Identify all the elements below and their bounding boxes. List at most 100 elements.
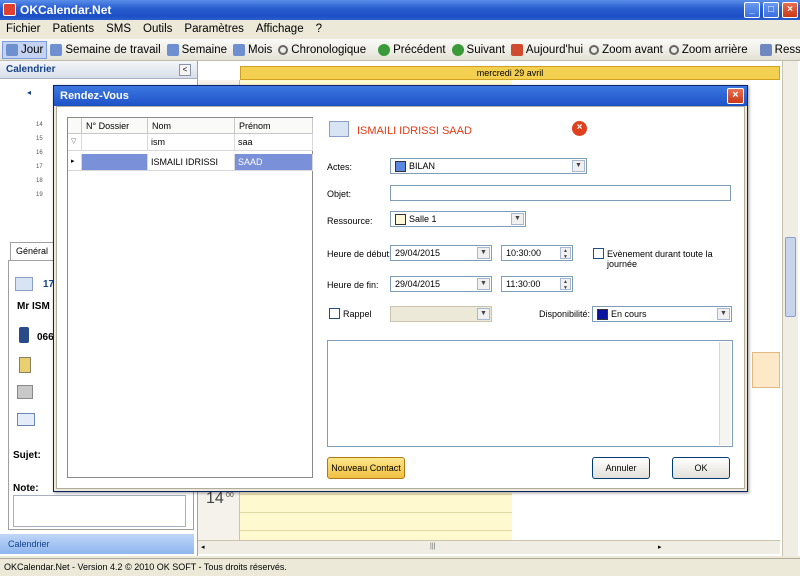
menu-parametres[interactable]: Paramètres — [178, 23, 249, 35]
view-jour-button[interactable]: Jour — [2, 40, 48, 59]
aujourdhui-button[interactable]: Aujourd'hui — [508, 41, 586, 59]
mini-calendar-day[interactable]: 17 — [36, 164, 43, 170]
collapse-panel-button[interactable]: < — [179, 64, 191, 76]
view-chronologique-button[interactable]: Chronologique — [275, 41, 369, 59]
zoom-avant-button[interactable]: Zoom avant — [586, 41, 666, 59]
objet-input[interactable] — [390, 185, 731, 201]
all-day-checkbox[interactable] — [593, 248, 604, 259]
all-day-label: Evènement durant toute la journée — [607, 249, 713, 269]
delete-icon[interactable]: × — [572, 121, 587, 136]
toolbar: Jour Semaine de travail Semaine Mois Chr… — [0, 39, 800, 61]
dialog-close-button[interactable]: × — [727, 88, 744, 104]
chevron-down-icon[interactable]: ▼ — [477, 278, 490, 290]
ressources-button[interactable]: Ressources — [757, 41, 800, 59]
mini-calendar-day[interactable]: 18 — [36, 178, 43, 184]
actes-label: Actes: — [327, 162, 353, 172]
calendar-workweek-icon — [50, 43, 63, 56]
minimize-button[interactable]: _ — [744, 2, 760, 18]
menu-patients[interactable]: Patients — [47, 23, 101, 35]
tab-general[interactable]: Général — [10, 242, 55, 260]
calendar-week-icon — [166, 43, 179, 56]
zoom-out-icon — [668, 44, 679, 55]
mini-calendar-day[interactable]: 16 — [36, 150, 43, 156]
date-debut-value: 29/04/2015 — [395, 248, 441, 258]
vertical-scrollbar[interactable] — [782, 61, 798, 556]
disponibilite-select[interactable]: En cours ▼ — [592, 306, 732, 322]
table-cell-prenom[interactable]: SAAD — [235, 154, 313, 171]
scroll-thumb[interactable] — [785, 237, 796, 317]
textarea-scrollbar[interactable] — [719, 342, 731, 445]
table-cell-dossier[interactable] — [82, 154, 148, 171]
disponibilite-color-swatch — [597, 308, 608, 320]
menu-outils[interactable]: Outils — [137, 23, 178, 35]
zoom-arriere-button[interactable]: Zoom arrière — [666, 41, 751, 59]
menu-affichage[interactable]: Affichage — [250, 23, 310, 35]
chevron-down-icon[interactable]: ▼ — [511, 213, 524, 225]
dialog-title: Rendez-Vous — [54, 86, 747, 106]
zoom-avant-label: Zoom avant — [602, 43, 663, 56]
date-fin-value: 29/04/2015 — [395, 279, 441, 289]
chevron-down-icon[interactable]: ▼ — [477, 247, 490, 259]
scroll-right-icon[interactable]: ▸ — [658, 543, 662, 551]
app-icon — [3, 3, 16, 16]
actes-select[interactable]: BILAN ▼ — [390, 158, 587, 174]
row-selector-icon[interactable]: ▸ — [68, 154, 82, 171]
time-debut-input[interactable]: 10:30:00 ▲ ▼ — [501, 245, 573, 261]
heure-fin-label: Heure de fin: — [327, 280, 379, 290]
note-textbox[interactable] — [13, 495, 186, 527]
left-panel-footer[interactable]: Calendrier — [0, 534, 194, 554]
close-button[interactable]: × — [782, 2, 798, 18]
menu-fichier[interactable]: Fichier — [0, 23, 47, 35]
resources-icon — [759, 43, 772, 56]
suivant-button[interactable]: Suivant — [449, 41, 508, 59]
mini-calendar-prev-icon[interactable]: ◂ — [27, 88, 31, 97]
ressource-select[interactable]: Salle 1 ▼ — [390, 211, 526, 227]
chevron-down-icon[interactable]: ▼ — [717, 308, 730, 320]
minutes-label: 00 — [226, 492, 234, 499]
ressource-color-swatch — [395, 213, 406, 225]
time-fin-input[interactable]: 11:30:00 ▲ ▼ — [501, 276, 573, 292]
maximize-button[interactable]: □ — [763, 2, 779, 18]
table-cell-nom[interactable]: ISMAILI IDRISSI — [148, 154, 235, 171]
patient-name: Mr ISM — [17, 301, 50, 312]
arrow-right-icon — [451, 43, 464, 56]
filter-dossier-input[interactable] — [82, 134, 148, 151]
filter-prenom-input[interactable]: saa — [235, 134, 313, 151]
mini-calendar-day[interactable]: 19 — [36, 192, 43, 198]
view-semaine-travail-button[interactable]: Semaine de travail — [47, 41, 163, 59]
appointment-block[interactable] — [752, 352, 780, 388]
status-bar: OKCalendar.Net - Version 4.2 © 2010 OK S… — [0, 558, 800, 576]
annuler-button[interactable]: Annuler — [592, 457, 650, 479]
ressource-value: Salle 1 — [409, 214, 437, 224]
horizontal-scrollbar[interactable]: ◂ ||| ▸ — [198, 540, 780, 554]
window-title-bar: OKCalendar.Net _ □ × — [0, 0, 800, 20]
menu-sms[interactable]: SMS — [100, 23, 137, 35]
menu-help[interactable]: ? — [310, 23, 328, 35]
notes-textarea[interactable] — [327, 340, 733, 447]
filter-nom-input[interactable]: ism — [148, 134, 235, 151]
ok-button[interactable]: OK — [672, 457, 730, 479]
actes-value: BILAN — [409, 161, 436, 171]
column-header-prenom[interactable]: Prénom — [235, 118, 313, 134]
scroll-thumb[interactable]: ||| — [430, 543, 435, 550]
chevron-down-icon[interactable]: ▼ — [572, 160, 585, 172]
calendar-date-header: mercredi 29 avril — [240, 66, 780, 80]
view-mois-button[interactable]: Mois — [230, 41, 275, 59]
date-debut-picker[interactable]: 29/04/2015 ▼ — [390, 245, 492, 261]
column-header-dossier[interactable]: N° Dossier — [82, 118, 148, 134]
nouveau-contact-button[interactable]: Nouveau Contact — [327, 457, 405, 479]
column-header-nom[interactable]: Nom — [148, 118, 235, 134]
rappel-checkbox[interactable] — [329, 308, 340, 319]
spinner-icon[interactable]: ▲ ▼ — [560, 247, 571, 260]
view-semaine-button[interactable]: Semaine — [164, 41, 230, 59]
date-fin-picker[interactable]: 29/04/2015 ▼ — [390, 276, 492, 292]
precedent-label: Précédent — [393, 43, 446, 56]
menu-bar: Fichier Patients SMS Outils Paramètres Affich… — [0, 20, 800, 39]
scroll-left-icon[interactable]: ◂ — [201, 543, 205, 551]
mini-calendar-day[interactable]: 14 — [36, 122, 43, 128]
calendar-day-icon — [6, 43, 18, 56]
precedent-button[interactable]: Précédent — [375, 41, 448, 59]
calendar-today-icon — [510, 43, 523, 56]
mini-calendar-day[interactable]: 15 — [36, 136, 43, 142]
spinner-icon[interactable]: ▲ ▼ — [560, 278, 571, 291]
